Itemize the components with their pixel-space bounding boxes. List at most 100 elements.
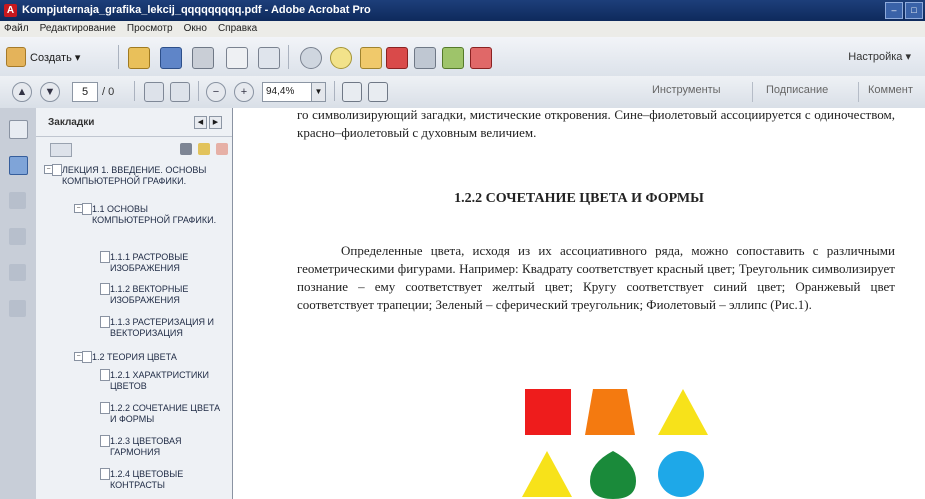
orange-trapezoid-shape (585, 389, 635, 435)
tab-sign[interactable]: Подписание (766, 84, 828, 96)
menu-window[interactable]: Окно (180, 21, 211, 37)
bookmarks-title: Закладки (48, 117, 95, 128)
bookmark-page-icon (100, 369, 110, 381)
bookmark-page-icon (100, 316, 110, 328)
menu-help[interactable]: Справка (214, 21, 261, 37)
export-icon[interactable] (442, 47, 464, 69)
expand-bookmark-icon[interactable] (216, 143, 228, 155)
bookmark-label: 1.2.1 ХАРАКТРИСТИКИ ЦВЕТОВ (110, 370, 210, 391)
hand-tool-icon[interactable] (170, 82, 190, 102)
bookmark-item[interactable]: 1.1.3 РАСТЕРИЗАЦИЯ И ВЕКТОРИЗАЦИЯ (100, 316, 222, 339)
create-button[interactable]: Создать ▾ (6, 47, 80, 67)
open-icon[interactable] (128, 47, 150, 69)
bookmark-item[interactable]: 1.2.1 ХАРАКТРИСТИКИ ЦВЕТОВ (100, 369, 222, 392)
bookmark-label: 1.1.3 РАСТЕРИЗАЦИЯ И ВЕКТОРИЗАЦИЯ (110, 317, 214, 338)
collapse-panel-button[interactable]: ◀ (194, 116, 207, 129)
bookmark-label: 1.2 ТЕОРИЯ ЦВЕТА (92, 352, 177, 362)
toolbar-divider (288, 45, 289, 69)
tab-divider (752, 82, 753, 102)
bookmark-item[interactable]: − 1.1 ОСНОВЫ КОМПЬЮТЕРНОЙ ГРАФИКИ. (74, 203, 222, 226)
page-number-input[interactable]: 5 (72, 82, 98, 102)
bookmarks-icon[interactable] (9, 156, 28, 175)
navigation-rail (0, 108, 37, 499)
tab-comment[interactable]: Коммент (868, 84, 913, 96)
bookmark-page-icon (100, 283, 110, 295)
bookmarks-toolbar (36, 136, 232, 162)
menu-view[interactable]: Просмотр (123, 21, 177, 37)
form-icon[interactable] (470, 47, 492, 69)
pdf-icon[interactable] (386, 47, 408, 69)
bookmark-page-icon (52, 164, 62, 176)
bookmark-item[interactable]: 1.2.3 ЦВЕТОВАЯ ГАРМОНИЯ (100, 435, 222, 458)
bookmark-page-icon (82, 203, 92, 215)
bookmark-label: 1.2.4 ЦВЕТОВЫЕ КОНТРАСТЫ (110, 469, 184, 490)
paragraph-top: го символизирующий загадки, мистические … (297, 108, 895, 140)
blue-circle-shape (658, 451, 704, 497)
panel-controls: ◀ ▶ (194, 116, 222, 129)
zoom-out-button[interactable]: − (206, 82, 226, 102)
document-view[interactable]: го символизирующий загадки, мистические … (233, 108, 925, 499)
zoom-dropdown[interactable]: ▼ (311, 82, 326, 102)
section-heading: 1.2.2 СОЧЕТАНИЕ ЦВЕТА И ФОРМЫ (454, 191, 704, 206)
next-page-button[interactable]: ▼ (40, 82, 60, 102)
expand-panel-button[interactable]: ▶ (209, 116, 222, 129)
gear-icon[interactable] (300, 47, 322, 69)
signatures-icon[interactable] (9, 192, 26, 209)
tab-tools[interactable]: Инструменты (652, 84, 721, 96)
menu-file[interactable]: Файл (0, 21, 33, 37)
bookmarks-panel: Закладки ◀ ▶ − ЛЕКЦИЯ 1. ВВЕДЕНИЕ. ОСНОВ… (36, 108, 233, 499)
bookmark-item[interactable]: − 1.2 ТЕОРИЯ ЦВЕТА (74, 351, 222, 363)
settings-dropdown[interactable]: Настройка ▾ (848, 50, 911, 63)
email-icon[interactable] (258, 47, 280, 69)
bookmark-page-icon (82, 351, 92, 363)
bookmark-item[interactable]: 1.2.4 ЦВЕТОВЫЕ КОНТРАСТЫ (100, 468, 222, 491)
title-bar: A Kompjuternaja_grafika_lekcij_qqqqqqqqq… (0, 0, 925, 21)
attachments-icon[interactable] (9, 228, 26, 245)
stamp-icon[interactable] (360, 47, 382, 69)
window-title: Kompjuternaja_grafika_lekcij_qqqqqqqqq.p… (22, 4, 371, 16)
previous-page-button[interactable]: ▲ (12, 82, 32, 102)
page-count: / 0 (102, 86, 115, 98)
paragraph-main: Определенные цвета, исходя из их ассоциа… (297, 243, 895, 312)
new-bookmark-icon[interactable] (198, 143, 210, 155)
layers-icon[interactable] (9, 264, 26, 281)
toolbar-divider (118, 45, 119, 69)
bookmark-item[interactable]: − ЛЕКЦИЯ 1. ВВЕДЕНИЕ. ОСНОВЫ КОМПЬЮТЕРНО… (44, 164, 222, 187)
options-dropdown[interactable] (50, 143, 72, 157)
bookmark-label: 1.1.1 РАСТРОВЫЕ ИЗОБРАЖЕНИЯ (110, 252, 189, 273)
print-icon[interactable] (192, 47, 214, 69)
menu-edit[interactable]: Редактирование (36, 21, 120, 37)
bookmark-label: 1.2.2 СОЧЕТАНИЕ ЦВЕТА И ФОРМЫ (110, 403, 221, 424)
yellow-triangle-shape (658, 389, 708, 435)
bookmarks-header: Закладки ◀ ▶ (36, 108, 232, 137)
red-square-shape (525, 389, 571, 435)
window-controls: – □ (883, 2, 923, 19)
bookmark-page-icon (100, 251, 110, 263)
zoom-level-input[interactable]: 94,4% (262, 82, 313, 102)
minimize-button[interactable]: – (885, 2, 903, 19)
zoom-in-button[interactable]: + (234, 82, 254, 102)
acrobat-icon: A (4, 4, 17, 17)
edit-icon[interactable] (226, 47, 248, 69)
fullscreen-icon[interactable] (368, 82, 388, 102)
toolbar-divider (134, 81, 135, 101)
page-thumbnails-icon[interactable] (9, 120, 28, 139)
bookmark-item[interactable]: 1.1.2 ВЕКТОРНЫЕ ИЗОБРАЖЕНИЯ (100, 283, 222, 306)
select-cursor-icon[interactable] (144, 82, 164, 102)
bookmark-label: 1.1.2 ВЕКТОРНЫЕ ИЗОБРАЖЕНИЯ (110, 284, 189, 305)
yellow-triangle-shape (522, 451, 572, 497)
maximize-button[interactable]: □ (905, 2, 923, 19)
navigation-toolbar: ▲ ▼ 5 / 0 − + 94,4% ▼ Инструменты Подпис… (0, 76, 925, 109)
fit-page-icon[interactable] (342, 82, 362, 102)
bookmark-label: 1.2.3 ЦВЕТОВАЯ ГАРМОНИЯ (110, 436, 182, 457)
delete-icon[interactable] (180, 143, 192, 155)
content-icon[interactable] (9, 300, 26, 317)
bookmark-page-icon (100, 468, 110, 480)
save-icon[interactable] (160, 47, 182, 69)
create-icon (6, 47, 26, 67)
toolbar-divider (334, 81, 335, 101)
pages-icon[interactable] (414, 47, 436, 69)
bookmark-item[interactable]: 1.1.1 РАСТРОВЫЕ ИЗОБРАЖЕНИЯ (100, 251, 222, 274)
bookmark-item[interactable]: 1.2.2 СОЧЕТАНИЕ ЦВЕТА И ФОРМЫ (100, 402, 222, 425)
comment-icon[interactable] (330, 47, 352, 69)
